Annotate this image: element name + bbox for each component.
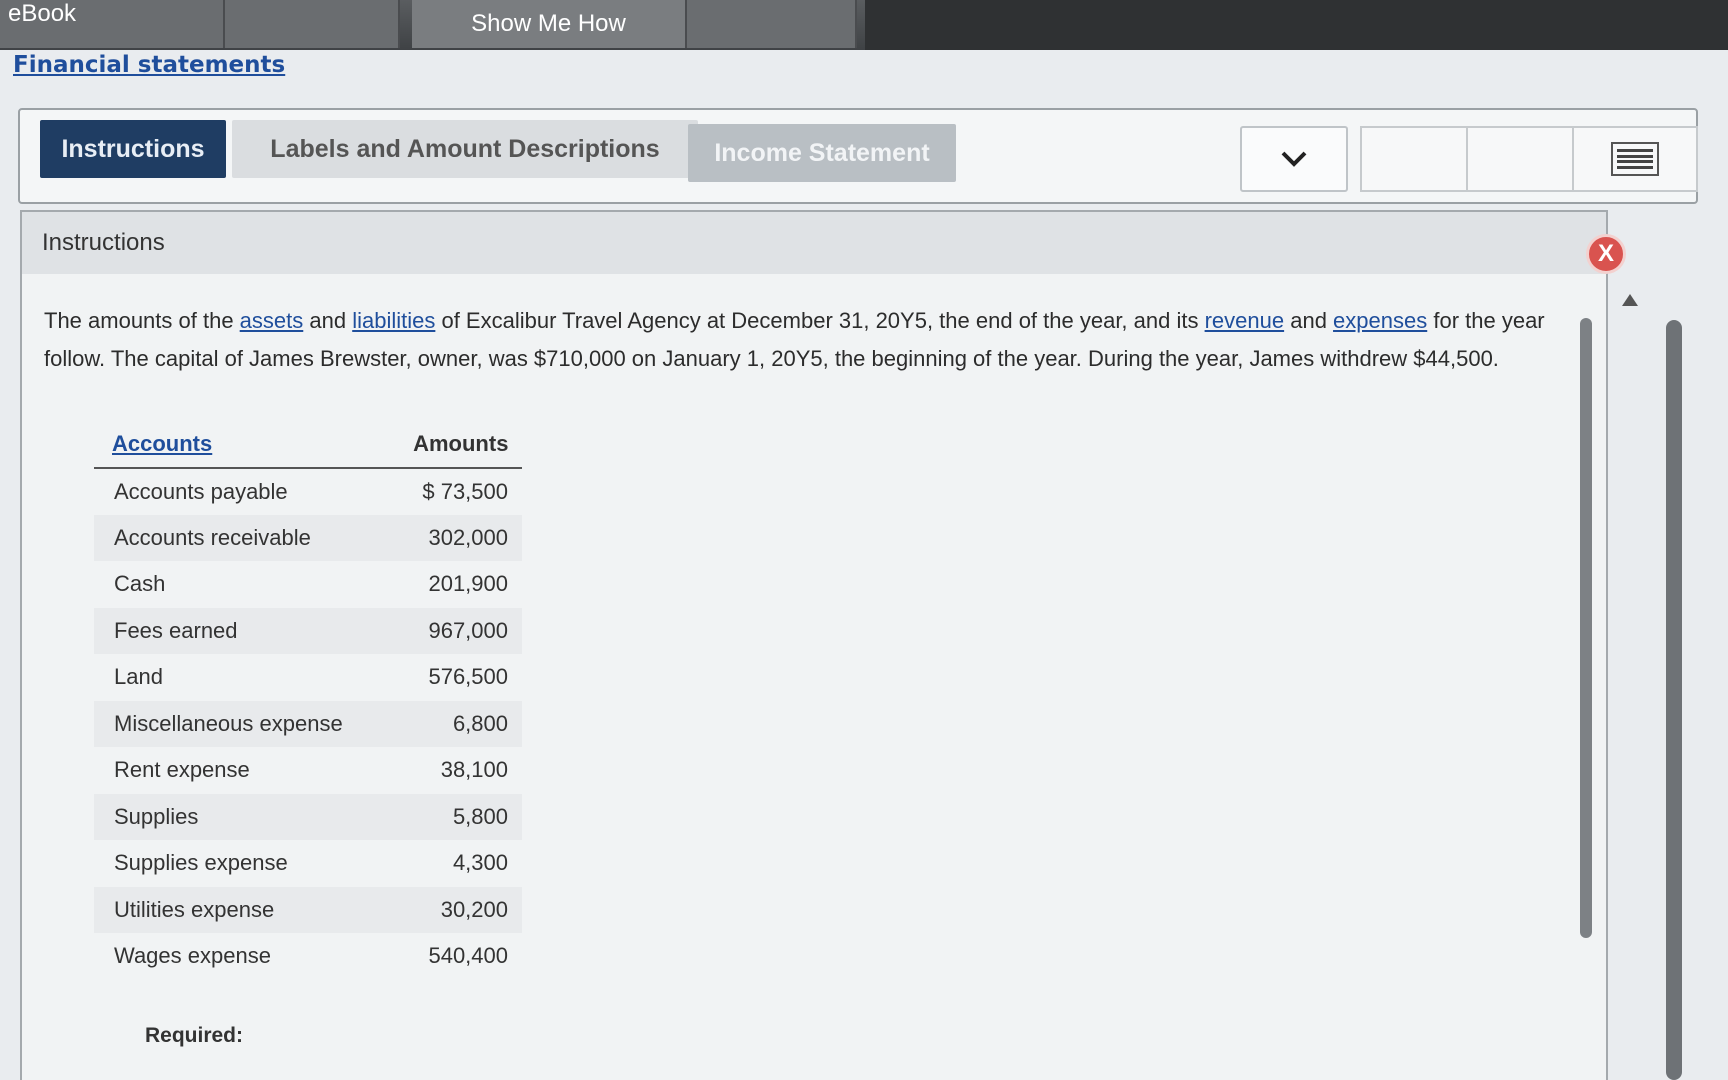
table-row: Fees earned 967,000 <box>94 607 522 654</box>
intro-paragraph: The amounts of the assets and liabilitie… <box>44 302 1574 378</box>
menu-icon <box>1611 142 1659 176</box>
panel-scrollbar[interactable] <box>1580 318 1592 938</box>
tab-show-me-how[interactable]: Show Me How <box>412 0 687 48</box>
account-amount: 5,800 <box>399 793 522 840</box>
table-row: Accounts receivable 302,000 <box>94 514 522 561</box>
table-row: Utilities expense 30,200 <box>94 886 522 933</box>
intro-text-2: and <box>303 308 353 333</box>
tab-instructions[interactable]: Instructions <box>40 120 226 178</box>
table-row: Cash 201,900 <box>94 561 522 608</box>
account-name: Miscellaneous expense <box>94 700 400 747</box>
account-name: Accounts payable <box>114 478 288 504</box>
table-row: Accounts payable $ 73,500 <box>94 468 522 515</box>
revenue-link[interactable]: revenue <box>1205 308 1285 333</box>
table-row: Supplies expense 4,300 <box>94 840 522 887</box>
table-row: Rent expense 38,100 <box>94 747 522 794</box>
account-amount: 4,300 <box>452 850 508 876</box>
table-row: Land 576,500 <box>94 654 522 701</box>
accounts-table: Accounts Amounts Accounts payable $ 73,50… <box>94 420 522 980</box>
account-amount: 30,200 <box>399 886 522 933</box>
account-amount: 6,800 <box>399 700 522 747</box>
account-name: Wages expense <box>114 943 271 969</box>
scroll-up-icon[interactable] <box>1622 294 1638 306</box>
close-icon[interactable]: X <box>1586 234 1626 274</box>
account-name: Accounts receivable <box>94 514 400 561</box>
required-label: Required: <box>145 1024 244 1047</box>
account-name: Fees earned <box>94 607 400 654</box>
panel-title: Instructions <box>22 212 1606 274</box>
account-name: Rent expense <box>114 757 250 783</box>
account-amount: 201,900 <box>428 571 508 597</box>
intro-text-1: The amounts of the <box>44 308 240 333</box>
account-amount: $ 73,500 <box>422 478 508 504</box>
tab-income-statement[interactable]: Income Statement <box>688 124 956 182</box>
account-name: Land <box>114 664 163 690</box>
tab-strip: Instructions Labels and Amount Descripti… <box>18 108 1698 204</box>
tab-labels-and-amount-descriptions[interactable]: Labels and Amount Descriptions <box>232 120 698 178</box>
account-amount: 302,000 <box>399 514 522 561</box>
account-amount: 967,000 <box>399 607 522 654</box>
table-row: Supplies 5,800 <box>94 793 522 840</box>
account-name: Utilities expense <box>94 886 400 933</box>
nav-box-2[interactable] <box>1466 126 1574 192</box>
tab-blank-2[interactable] <box>687 0 857 48</box>
account-name: Supplies <box>94 793 400 840</box>
table-row: Miscellaneous expense 6,800 <box>94 700 522 747</box>
ebook-label: eBook <box>8 0 77 27</box>
nav-box-3[interactable] <box>1572 126 1698 192</box>
liabilities-link[interactable]: liabilities <box>352 308 435 333</box>
tab-blank[interactable] <box>225 0 400 48</box>
nav-box-1[interactable] <box>1360 126 1468 192</box>
financial-statements-link[interactable]: Financial statements <box>13 52 285 78</box>
account-name: Supplies expense <box>114 850 288 876</box>
amounts-header: Amounts <box>399 420 522 469</box>
toolbar-fill <box>865 0 1728 50</box>
account-amount: 38,100 <box>440 757 508 783</box>
page-scrollbar[interactable] <box>1666 320 1682 1080</box>
accounts-header-link[interactable]: Accounts <box>94 420 400 469</box>
account-name: Cash <box>114 571 166 597</box>
intro-text-3: of Excalibur Travel Agency at December 3… <box>435 308 1205 333</box>
intro-text-4: and <box>1284 308 1334 333</box>
tab-ebook[interactable]: eBook <box>0 0 225 48</box>
chevron-down-icon <box>1281 151 1307 167</box>
assets-link[interactable]: assets <box>240 308 304 333</box>
table-row: Wages expense 540,400 <box>94 933 522 980</box>
account-amount: 576,500 <box>428 664 508 690</box>
expenses-link[interactable]: expenses <box>1333 308 1427 333</box>
top-toolbar: eBook Show Me How <box>0 0 1728 50</box>
show-me-how-label: Show Me How <box>471 10 626 37</box>
more-tabs-dropdown[interactable] <box>1240 126 1348 192</box>
account-amount: 540,400 <box>428 943 508 969</box>
